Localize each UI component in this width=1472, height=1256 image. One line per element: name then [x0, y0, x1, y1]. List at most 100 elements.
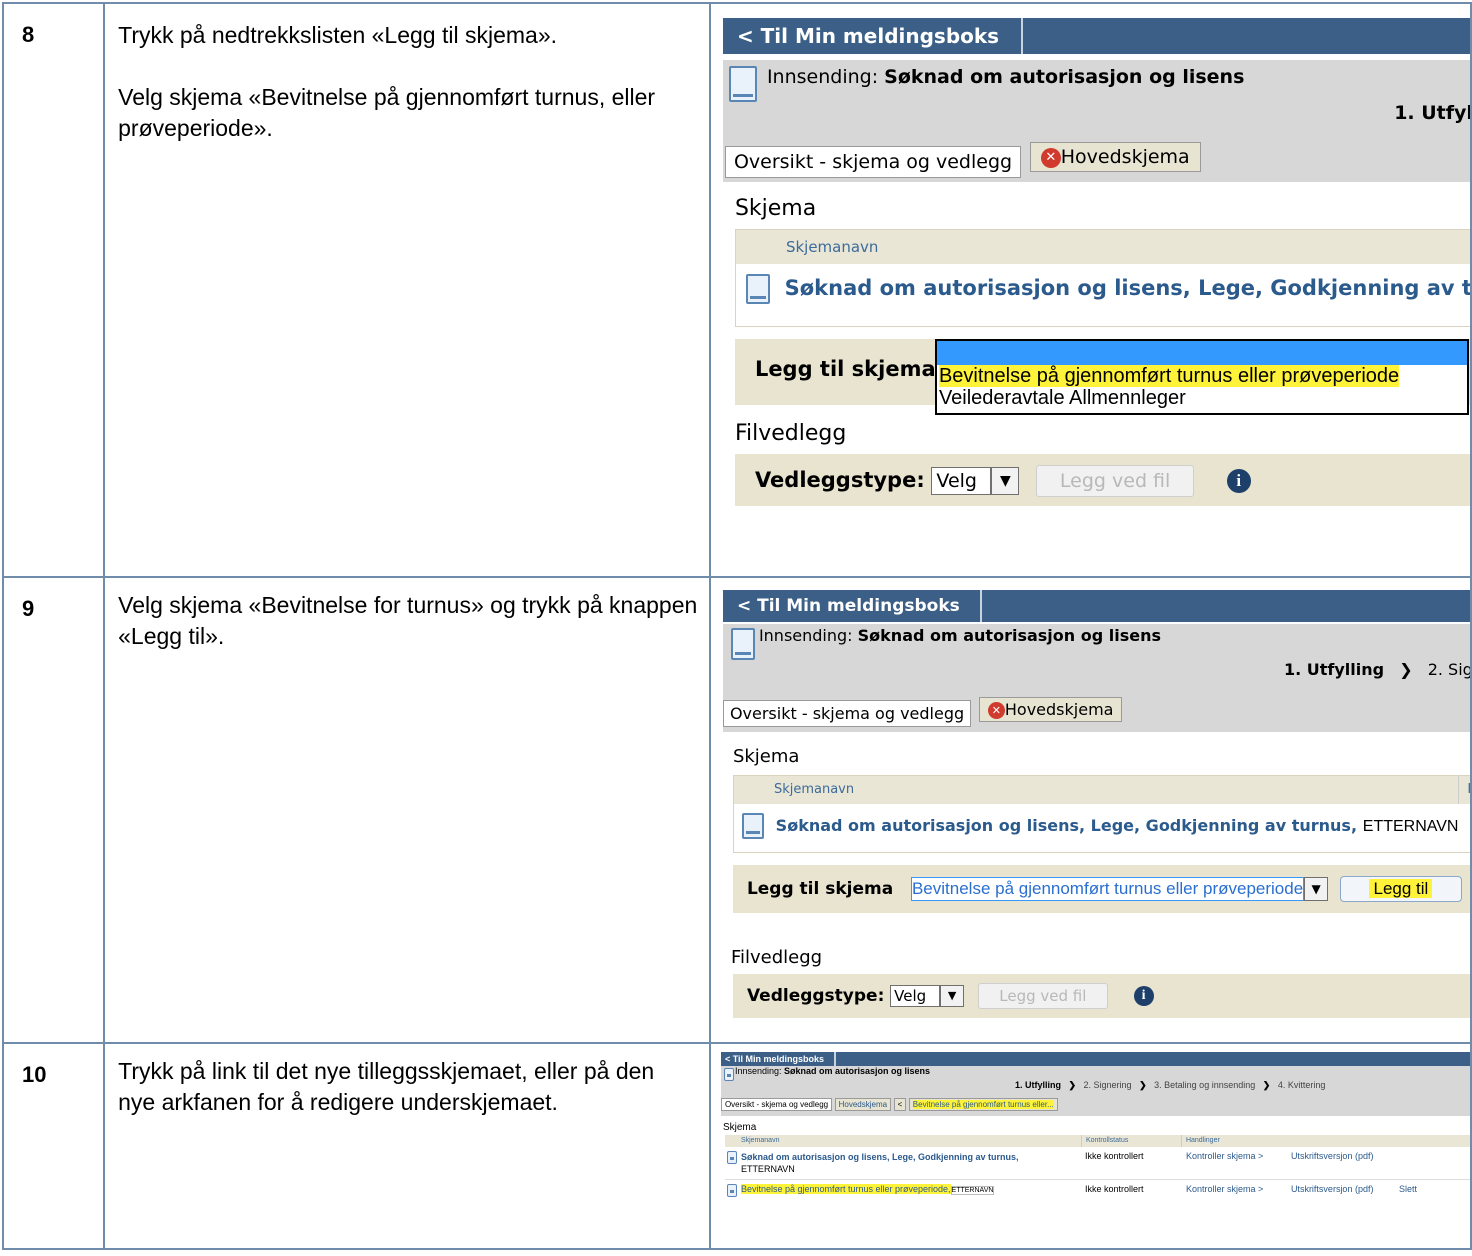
tab-overview[interactable]: Oversikt - skjema og vedlegg [724, 146, 1022, 178]
screenshot-frame: < Til Min meldingsboks Innsending: Søkna… [722, 590, 1469, 1040]
submission-header: Innsending: Søknad om autorisasjon og li… [720, 1066, 1469, 1098]
print-version-link[interactable]: Utskriftsversjon (pdf) [1291, 1184, 1374, 1194]
attachment-type-label: Vedleggstype: [754, 468, 925, 492]
step-number: 10 [1, 1042, 106, 1250]
chevron-right-icon: ❯ [1068, 1080, 1077, 1090]
chevron-down-icon[interactable]: ▼ [940, 985, 965, 1007]
dropdown-selected [936, 341, 1467, 365]
add-form-row: Legg til skjema Bevitnelse på gjennomfør… [734, 339, 1469, 415]
step-row: 10 Trykk på link til det nye tilleggsskj… [1, 1042, 1472, 1250]
check-form-link[interactable]: Kontroller skjema > [1186, 1151, 1263, 1161]
document-icon [741, 813, 764, 839]
table-header: Skjemanavn Kontrollstatus Handlinger [724, 1135, 1469, 1147]
chevron-down-icon[interactable]: ▼ [991, 467, 1020, 495]
form-link[interactable]: Søknad om autorisasjon og lisens, Lege, … [785, 276, 1469, 300]
error-icon: ✕ [987, 702, 1005, 719]
table-row: Søknad om autorisasjon og lisens, Lege, … [725, 1147, 1469, 1179]
document-icon [728, 66, 757, 102]
delete-link[interactable]: Slett [1399, 1184, 1417, 1194]
attach-file-button[interactable]: Legg ved fil [1036, 465, 1195, 497]
step-number: 8 [1, 2, 106, 578]
submission-label: Innsending: [766, 66, 879, 88]
step-row: 8 Trykk på nedtrekkslisten «Legg til skj… [1, 2, 1472, 578]
forms-table: Skjemanavn Søknad om autorisasjon og lis… [734, 229, 1469, 327]
tab-main-form[interactable]: ✕ Hovedskjema [1029, 142, 1201, 172]
back-link[interactable]: < Til Min meldingsboks [723, 590, 982, 622]
attach-file-button[interactable]: Legg ved fil [977, 983, 1108, 1009]
attachment-type-label: Vedleggstype: [746, 986, 885, 1006]
back-link[interactable]: < Til Min meldingsboks [723, 18, 1024, 54]
attachment-type-select[interactable]: Velg [890, 985, 941, 1007]
screenshot-frame: < Til Min meldingsboks Innsending: Søkna… [722, 18, 1469, 575]
info-icon[interactable]: i [1226, 469, 1251, 493]
tab-overview[interactable]: Oversikt - skjema og vedlegg [720, 1098, 833, 1111]
forms-table: Skjemanavn K Søknad om autorisasjon og l… [732, 775, 1469, 853]
chevron-right-icon: ❯ [1399, 660, 1413, 679]
screenshot-frame: < Til Min meldingsboks Innsending: Søkna… [720, 1052, 1469, 1247]
chevron-right-icon: ❯ [1139, 1080, 1147, 1090]
step-screenshot: < Til Min meldingsboks Innsending: Søkna… [708, 1042, 1472, 1250]
check-form-link[interactable]: Kontroller skjema > [1186, 1184, 1263, 1194]
document-icon [723, 1068, 734, 1081]
tab-new-form[interactable]: Bevitnelse på gjennomført turnus eller..… [908, 1098, 1058, 1111]
control-status: Ikke kontrollert [1084, 1184, 1144, 1194]
progress-step: 3. Betaling og innsending [1154, 1080, 1256, 1090]
document-icon [726, 1184, 737, 1197]
progress-step: 4. Kvittering [1277, 1080, 1326, 1090]
top-bar: < Til Min meldingsboks [722, 590, 1469, 622]
submission-label: Innsending: [758, 626, 853, 645]
document-icon [730, 628, 755, 660]
dropdown-option[interactable]: Bevitnelse på gjennomført turnus eller p… [937, 365, 1467, 387]
attachment-type-select[interactable]: Velg [931, 467, 992, 495]
step-description: Velg skjema «Bevitnelse for turnus» og t… [103, 576, 711, 1044]
document-icon [726, 1151, 737, 1164]
step-text: Trykk på link til det nye tilleggsskjema… [118, 1058, 655, 1115]
step-number: 9 [1, 576, 106, 1044]
submission-title: Søknad om autorisasjon og lisens [857, 626, 1161, 645]
add-form-row: Legg til skjema Bevitnelse på gjennomfør… [732, 865, 1469, 913]
add-form-label: Legg til skjema [754, 357, 936, 381]
form-link[interactable]: Søknad om autorisasjon og lisens, Lege, … [776, 816, 1357, 835]
info-icon[interactable]: i [1133, 986, 1154, 1006]
submission-label: Innsending: [734, 1066, 782, 1076]
column-header-handlinger: Handlinger [1180, 1135, 1220, 1147]
tab-main-form[interactable]: ✕ Hovedskjema [978, 697, 1123, 722]
form-row: Søknad om autorisasjon og lisens, Lege, … [734, 804, 1469, 839]
add-button[interactable]: Legg til [1339, 876, 1462, 902]
progress-step: 2. Signering [1083, 1080, 1132, 1090]
progress-step: 2. Sign [1427, 660, 1469, 679]
tab-label: Hovedskjema [1060, 146, 1190, 168]
step-text: Velg skjema «Bevitnelse på gjennomført t… [118, 84, 656, 141]
chevron-right-icon: ❯ [1262, 1080, 1271, 1090]
column-header-skjemanavn: Skjemanavn [735, 230, 1469, 264]
error-icon: ✕ [1040, 147, 1061, 168]
step-text: Trykk på nedtrekkslisten «Legg til skjem… [118, 22, 558, 48]
form-link[interactable]: Søknad om autorisasjon og lisens, Lege, … [741, 1152, 1019, 1162]
instruction-table: 8 Trykk på nedtrekkslisten «Legg til skj… [1, 2, 1472, 1250]
form-row: Søknad om autorisasjon og lisens, Lege, … [736, 264, 1469, 304]
section-title: Filvedlegg [730, 947, 823, 968]
progress-step: 1. Utfylling [1014, 1080, 1061, 1090]
dropdown-option[interactable]: Veilederavtale Allmennleger [937, 387, 1467, 409]
column-header-k: K [1458, 776, 1469, 804]
form-link[interactable]: Bevitnelse på gjennomført turnus eller p… [740, 1184, 951, 1194]
form-dropdown-list[interactable]: Bevitnelse på gjennomført turnus eller p… [934, 339, 1469, 415]
print-version-link[interactable]: Utskriftsversjon (pdf) [1291, 1151, 1374, 1161]
table-row: Bevitnelse på gjennomført turnus eller p… [724, 1179, 1469, 1198]
control-status: Ikke kontrollert [1084, 1151, 1144, 1161]
step-text: Velg skjema «Bevitnelse for turnus» og t… [118, 592, 698, 649]
form-select[interactable]: Bevitnelse på gjennomført turnus eller p… [910, 877, 1305, 901]
tab-main-form[interactable]: Hovedskjema [834, 1098, 892, 1111]
back-link[interactable]: < Til Min meldingsboks [721, 1052, 837, 1066]
tab-overview[interactable]: Oversikt - skjema og vedlegg [722, 700, 972, 727]
submission-title: Søknad om autorisasjon og lisens [784, 1066, 931, 1076]
tab-scroll-left[interactable]: < [893, 1098, 907, 1111]
attachment-row: Vedleggstype: Velg ▼ Legg ved fil i [734, 454, 1469, 506]
step-row: 9 Velg skjema «Bevitnelse for turnus» og… [1, 576, 1472, 1044]
section-title: Skjema [722, 1122, 757, 1133]
column-header-skjemanavn: Skjemanavn [740, 1137, 780, 1144]
top-bar: < Til Min meldingsboks [720, 1052, 1469, 1066]
chevron-down-icon[interactable]: ▼ [1304, 877, 1329, 901]
section-title: Filvedlegg [734, 421, 847, 446]
column-header-skjemanavn: Skjemanavn [773, 782, 855, 797]
